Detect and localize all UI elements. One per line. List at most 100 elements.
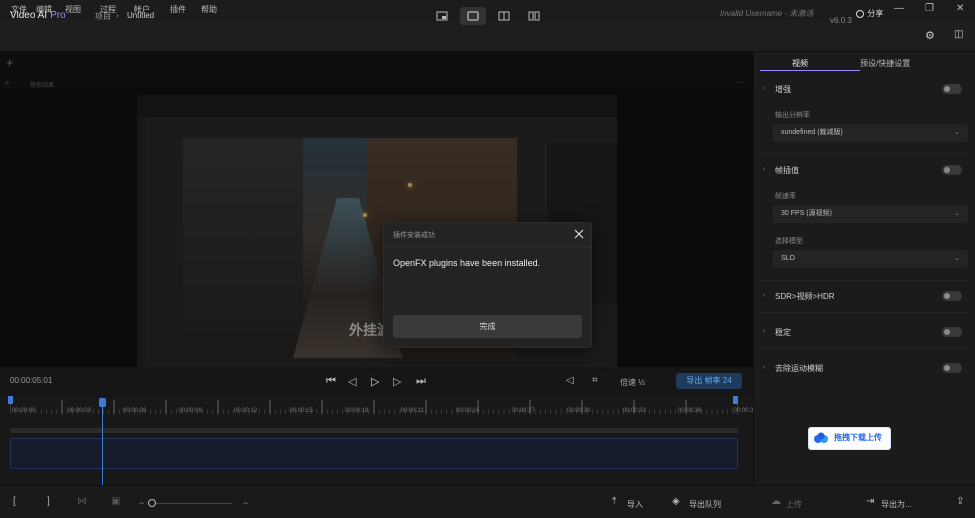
delete-icon[interactable]: ▣ (111, 496, 120, 507)
upload-icon: ☁ (771, 496, 781, 507)
output-resolution-value: xundefined (裁减版) (781, 129, 843, 136)
minimize-icon[interactable]: — (894, 3, 904, 14)
ruler-tick-label: 00:00:30 (567, 408, 591, 414)
baidu-label: 拖拽下载上传 (834, 433, 882, 442)
refresh-icon (856, 9, 864, 18)
ruler-tick-label: 00:00:18 (345, 408, 369, 414)
cloud-icon (814, 432, 828, 443)
in-bracket-icon[interactable]: [ (13, 496, 16, 507)
export-fps-chip[interactable]: 导出 帧率 24 (676, 373, 742, 389)
cut-icon[interactable]: ⋈ (77, 496, 87, 507)
single-view-icon (436, 11, 448, 21)
model-label: 选择模型 (775, 238, 803, 245)
zoom-slider-track[interactable] (150, 503, 232, 504)
tab-video[interactable]: 视频 (792, 58, 808, 69)
clip-track[interactable] (10, 438, 738, 469)
sdr-hdr-toggle[interactable] (942, 291, 962, 301)
stabilize-toggle[interactable] (942, 327, 962, 337)
playhead-handle[interactable] (99, 398, 106, 407)
dialog-divider (383, 246, 592, 247)
playhead-line (102, 399, 103, 485)
zoom-out-icon[interactable]: − (139, 498, 144, 508)
close-icon[interactable] (572, 227, 586, 241)
output-resolution-label: 输出分辨率 (775, 112, 810, 119)
step-back-icon[interactable]: ◁ (348, 375, 356, 388)
volume-icon[interactable]: ◁ (566, 375, 574, 386)
output-resolution-select[interactable]: xundefined (裁减版) ⌄ (773, 124, 968, 142)
app-version: v6.0.3 (830, 16, 852, 25)
section-sdr-hdr[interactable]: SDR>视频>HDR (775, 291, 835, 302)
close-window-icon[interactable]: ✕ (956, 3, 964, 14)
fps-value: 30 FPS (源视频) (781, 210, 832, 217)
zoom-in-icon[interactable]: − (243, 498, 248, 508)
app-brand: Video AI Pro (10, 10, 66, 21)
ruler-tick-label: 00:00:15 (289, 408, 313, 414)
section-frame-interpolation[interactable]: 帧插值 (775, 165, 799, 176)
out-point-marker[interactable] (733, 396, 738, 404)
skip-end-icon[interactable]: ⏭ (416, 375, 426, 388)
import-icon: ⤒ (612, 496, 617, 507)
chevron-down-icon: ⌄ (954, 210, 960, 217)
bottom-bar (0, 485, 975, 518)
breadcrumb-root[interactable]: 项目 (95, 11, 111, 22)
export-queue-button[interactable]: 导出队列 (689, 499, 721, 510)
panel-toggle-icon[interactable]: ◫ (954, 29, 963, 40)
frame-interpolation-toggle[interactable] (942, 165, 962, 175)
view-full-button[interactable] (460, 7, 486, 25)
motion-deblur-toggle[interactable] (942, 363, 962, 373)
speed-selector[interactable]: 倍速 ½ (620, 377, 645, 388)
chevron-right-icon[interactable]: › (763, 292, 765, 299)
chevron-right-icon[interactable]: › (763, 166, 765, 173)
ruler-tick-label: 00:00:03 (67, 408, 91, 414)
section-stabilize[interactable]: 稳定 (775, 327, 791, 338)
import-button[interactable]: 导入 (627, 499, 643, 510)
share-label: 分享 (867, 9, 884, 18)
chevron-right-icon[interactable]: › (763, 328, 765, 335)
view-split-button[interactable] (491, 7, 517, 25)
upscale-toggle[interactable] (942, 84, 962, 94)
in-point-marker[interactable] (8, 396, 13, 404)
chevron-down-icon: ⌄ (954, 255, 960, 262)
account-status: Invalid Username - 未激活 (720, 9, 814, 18)
breadcrumb-separator: › (116, 11, 119, 20)
menu-help[interactable]: 帮助 (201, 4, 217, 15)
zoom-slider-handle[interactable] (148, 499, 156, 507)
play-icon[interactable]: ▷ (371, 375, 379, 388)
ruler-tick-label: 00:00:12 (234, 408, 258, 414)
view-single-button[interactable] (429, 7, 455, 25)
ruler-tick-label: 00:00:27 (511, 408, 535, 414)
settings-gear-icon[interactable]: ⚙ (925, 29, 935, 42)
crop-icon[interactable]: ⌗ (592, 375, 598, 386)
share-button[interactable]: 分享 (855, 8, 883, 24)
ruler-tick-label: 00:00:33 (622, 408, 646, 414)
section-upscale[interactable]: 增强 (775, 84, 791, 95)
maximize-icon[interactable]: ❐ (925, 3, 934, 14)
section-motion-deblur[interactable]: 去除运动模糊 (775, 363, 823, 374)
divider (760, 312, 968, 313)
divider (760, 348, 968, 349)
queue-icon: ◈ (672, 496, 680, 507)
dialog-message: OpenFX plugins have been installed. (393, 258, 541, 268)
ruler-tick-label: 00:00:09 (178, 408, 202, 414)
step-forward-icon[interactable]: ▷ (393, 375, 401, 388)
model-value: SLO (781, 255, 796, 262)
dialog-title: 插件安装成功 (393, 232, 435, 239)
chevron-right-icon[interactable]: › (763, 364, 765, 371)
export-icon: ⇥ (866, 496, 875, 507)
skip-start-icon[interactable]: ⏮ (326, 375, 336, 388)
chevron-right-icon[interactable]: › (763, 85, 765, 92)
menu-plugins[interactable]: 插件 (170, 4, 186, 15)
view-side-by-side-button[interactable] (521, 7, 547, 25)
out-bracket-icon[interactable]: ] (47, 496, 50, 507)
model-select[interactable]: SLO ⌄ (773, 250, 968, 268)
share-export-icon[interactable]: ⇪ (956, 496, 964, 507)
export-as-button[interactable]: 导出为... (881, 499, 912, 510)
breadcrumb-project: Untitled (127, 11, 155, 20)
upload-button[interactable]: 上传 (786, 499, 802, 510)
timeline-scrollbar[interactable] (10, 428, 738, 433)
toolbar (0, 20, 975, 52)
dialog-done-button[interactable]: 完成 (393, 315, 582, 338)
fps-select[interactable]: 30 FPS (源视频) ⌄ (773, 205, 968, 223)
menu-view[interactable]: 视图 (65, 4, 81, 15)
tab-presets[interactable]: 预设/快捷设置 (860, 58, 910, 69)
